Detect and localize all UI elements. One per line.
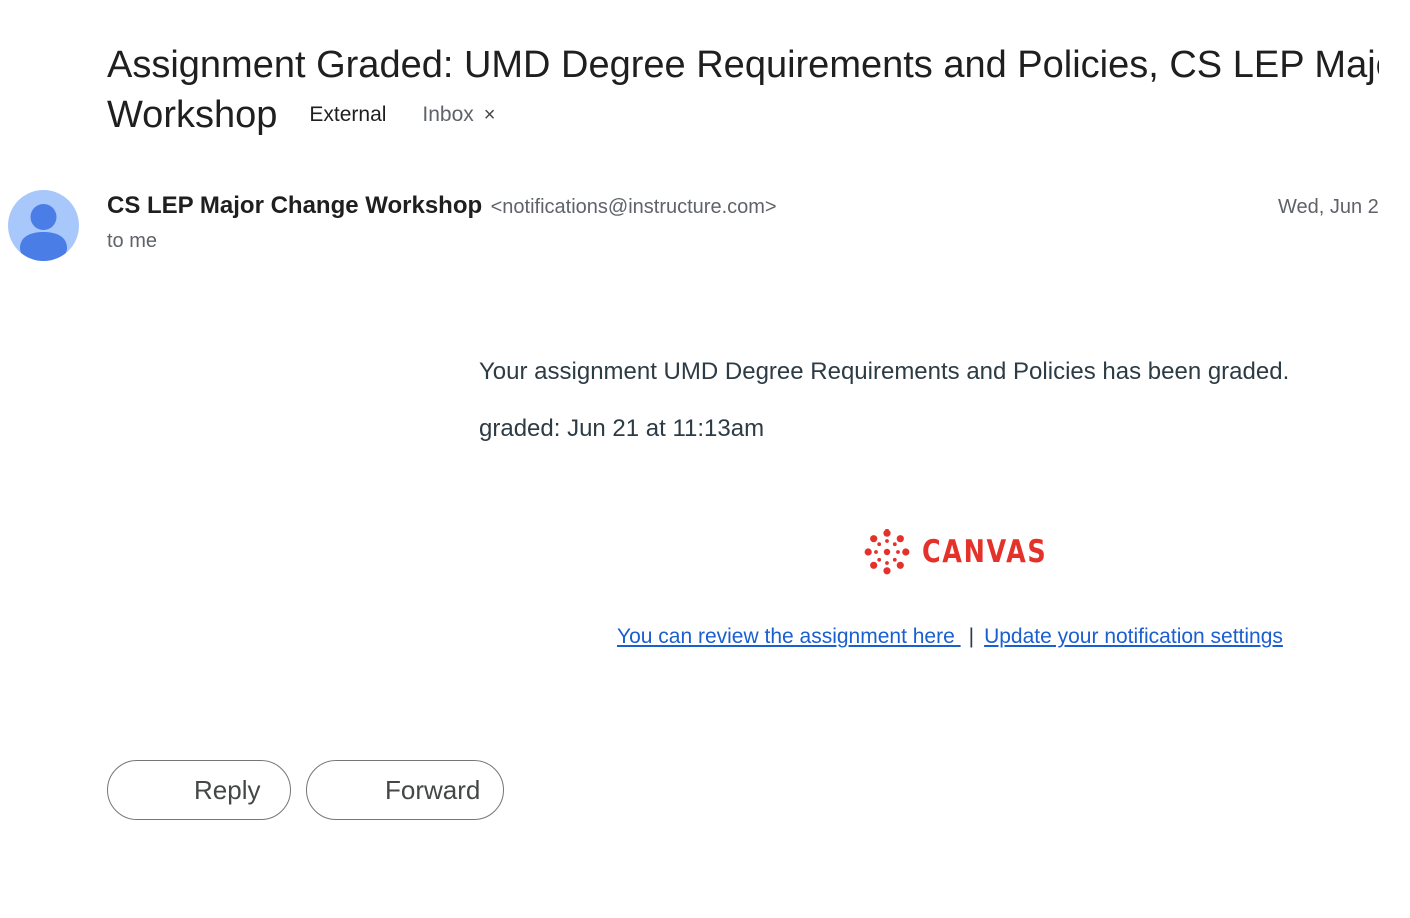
inbox-label[interactable]: Inbox × (422, 101, 495, 129)
forward-arrow-icon (355, 780, 375, 798)
email-view: Assignment Graded: UMD Degree Requiremen… (0, 0, 1410, 918)
inbox-label-text: Inbox (422, 103, 474, 126)
recipient-details[interactable]: to me (107, 230, 157, 253)
close-icon[interactable]: × (484, 105, 496, 125)
review-assignment-link[interactable]: You can review the assignment here (617, 625, 961, 648)
subject-line-2: Workshop External Inbox × (107, 90, 1379, 140)
reply-button[interactable]: Reply (107, 760, 291, 820)
canvas-logo: CANVAS (864, 529, 1075, 575)
subject-text: Assignment Graded: UMD Degree Requiremen… (107, 44, 1379, 86)
email-subject: Assignment Graded: UMD Degree Requiremen… (107, 40, 1379, 140)
person-silhouette-icon (20, 204, 67, 261)
recipient-label: to me (107, 230, 158, 252)
message-line-graded-time: graded: Jun 21 at 11:13am (479, 415, 765, 442)
avatar[interactable] (8, 190, 79, 261)
message-line-graded: Your assignment UMD Degree Requirements … (479, 358, 1290, 385)
reply-button-label: Reply (194, 774, 261, 805)
link-separator: | (968, 625, 975, 648)
sender-row: CS LEP Major Change Workshop <notificati… (107, 192, 777, 220)
reply-arrow-icon (156, 780, 176, 798)
email-date: Wed, Jun 21 (1278, 196, 1379, 218)
subject-text-continued: Workshop (107, 94, 278, 136)
message-links: You can review the assignment here | Upda… (617, 625, 1283, 649)
canvas-wordmark: CANVAS (922, 534, 1048, 570)
sender-email: <notifications@instructure.com> (490, 196, 777, 218)
forward-button[interactable]: Forward (306, 760, 504, 820)
forward-button-label: Forward (385, 774, 481, 805)
external-label: External (309, 103, 387, 126)
notification-settings-link[interactable]: Update your notification settings (984, 625, 1283, 648)
sender-name[interactable]: CS LEP Major Change Workshop (107, 192, 482, 219)
canvas-dots-icon (864, 529, 910, 575)
